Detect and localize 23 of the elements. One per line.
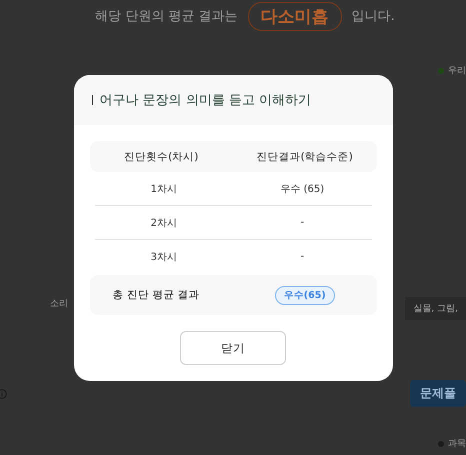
dialog-title: 어구나 문장의 의미를 듣고 이해하기 [100,92,312,109]
result-badge: 우수(65) [274,286,335,304]
column-label: 실물, 그림, [405,297,466,320]
table-cell-text: 우수 (65) [279,182,326,196]
column-label: 소리 [50,298,68,311]
table-cell-text: 2차시 [150,216,178,230]
table-cell-text: - [299,217,306,228]
total-label: 총 진단 평균 결과 [112,288,200,302]
column-header: 진단결과(학습수준) [256,150,354,164]
summary-text: 입니다. [352,8,395,25]
level-badge: 다소미흡 [248,2,342,30]
info-icon[interactable] [0,388,7,398]
summary-text: 해당 단원의 평균 결과는 [95,8,238,25]
legend-dot [438,440,444,446]
legend-label: 우리 [448,65,466,77]
table-cell-text: - [299,251,306,262]
close-button[interactable]: 닫기 [180,331,286,365]
table-cell-text: 1차시 [150,182,178,196]
column-header: 진단횟수(차시) [123,150,200,164]
legend-label: 과목 [448,438,466,450]
legend-dot [438,68,444,74]
table-cell-text: 3차시 [150,250,178,264]
solve-button[interactable]: 문제풀 [410,380,466,407]
